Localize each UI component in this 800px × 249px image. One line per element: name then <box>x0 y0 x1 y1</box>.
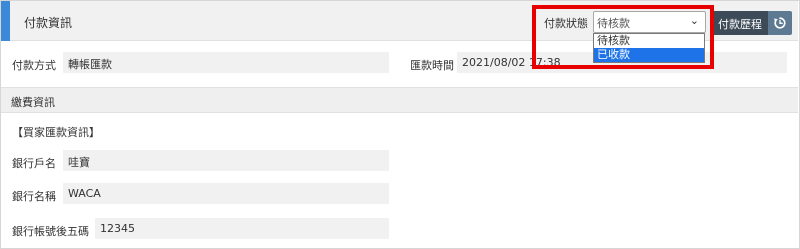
payment-method-value: 轉帳匯款 <box>63 52 389 73</box>
buyer-remit-heading: 【買家匯款資訊】 <box>12 126 100 139</box>
bank-account-last5-label: 銀行帳號後五碼 <box>12 225 89 238</box>
payment-history-button[interactable]: 付款歷程 <box>712 11 768 35</box>
annotation-highlight-box <box>532 5 714 69</box>
section-title: 繳費資訊 <box>11 96 55 109</box>
refresh-history-icon <box>774 17 786 29</box>
header-accent-bar <box>1 1 10 41</box>
bank-name-value: WACA <box>63 183 389 204</box>
bank-account-name-value: 哇寶 <box>63 150 389 171</box>
bank-account-last5-value: 12345 <box>95 218 389 239</box>
fee-info-section-header: 繳費資訊 <box>1 87 798 113</box>
payment-method-label: 付款方式 <box>12 59 56 72</box>
bank-account-name-label: 銀行戶名 <box>12 157 56 170</box>
page-title: 付款資訊 <box>24 16 73 30</box>
payment-history-icon-button[interactable] <box>768 11 792 35</box>
remit-time-label: 匯款時間 <box>410 59 454 72</box>
bank-name-label: 銀行名稱 <box>12 190 56 203</box>
